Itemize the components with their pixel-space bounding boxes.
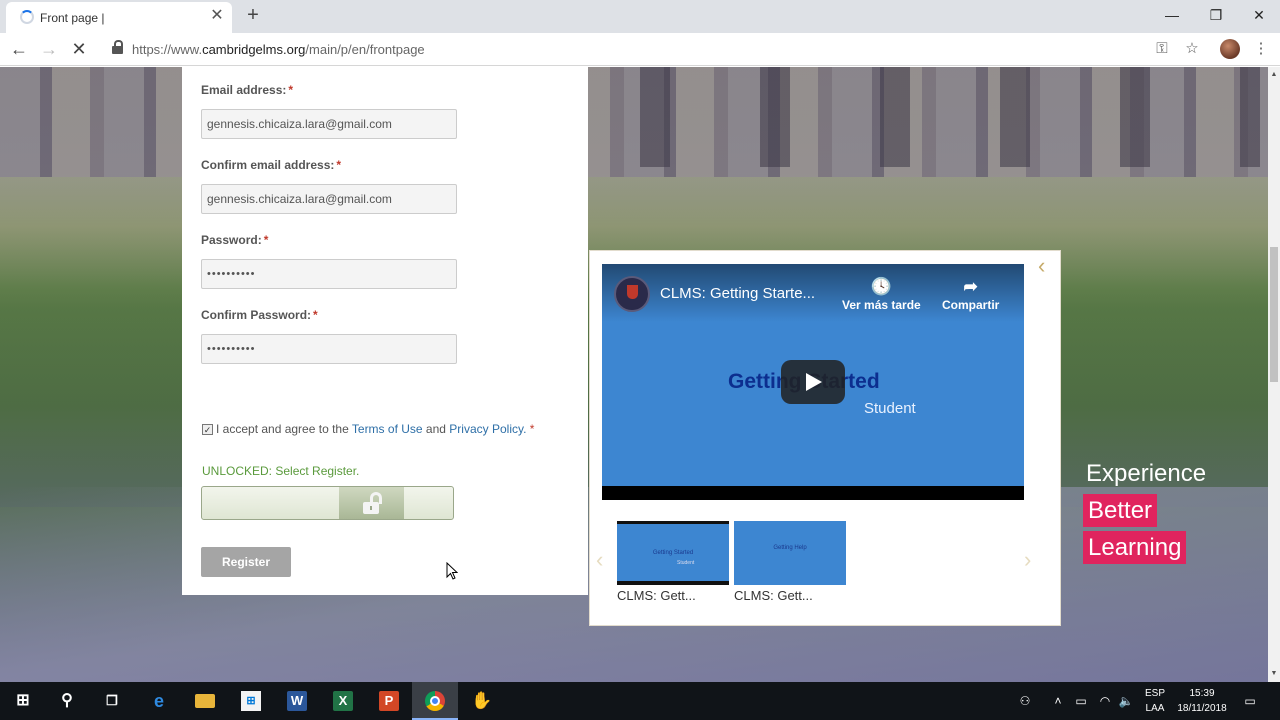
- tab-front-page[interactable]: Front page | ✕: [6, 2, 232, 33]
- scroll-down-icon[interactable]: ▼: [1268, 668, 1280, 680]
- store-icon: ⊞: [241, 691, 261, 711]
- accept-terms-text: I accept and agree to the Terms of Use a…: [216, 422, 535, 436]
- start-button[interactable]: ⊞: [0, 682, 46, 720]
- video-thumbnail-2[interactable]: Getting Help: [734, 521, 846, 585]
- confirm-password-field[interactable]: [201, 334, 457, 364]
- confirm-email-label: Confirm email address: *: [201, 158, 342, 172]
- slogan-better: Better: [1083, 494, 1158, 527]
- chrome-button[interactable]: [412, 682, 458, 720]
- play-button[interactable]: [781, 360, 845, 404]
- channel-logo[interactable]: [614, 276, 650, 312]
- wifi-icon[interactable]: ◠: [1095, 682, 1115, 720]
- key-icon[interactable]: ⚿: [1151, 38, 1173, 60]
- word-button[interactable]: W: [274, 682, 320, 720]
- store-button[interactable]: ⊞: [228, 682, 274, 720]
- thumbnail-caption-2[interactable]: CLMS: Gett...: [734, 588, 813, 603]
- excel-icon: X: [333, 691, 353, 711]
- scroll-up-icon[interactable]: ▲: [1268, 69, 1280, 81]
- profile-avatar[interactable]: [1220, 39, 1240, 59]
- search-icon: ⚲: [61, 692, 73, 709]
- language-indicator[interactable]: ESP LAA: [1143, 686, 1167, 716]
- confirm-email-field[interactable]: [201, 184, 457, 214]
- star-bookmark-icon[interactable]: ☆: [1181, 38, 1203, 60]
- recorder-app-button[interactable]: ✋: [458, 682, 504, 720]
- powerpoint-icon: P: [379, 691, 399, 711]
- email-field[interactable]: [201, 109, 457, 139]
- thumbnail-next-icon[interactable]: ›: [1024, 547, 1031, 573]
- carousel-prev-icon[interactable]: ‹: [1038, 253, 1045, 279]
- player-bottom-bar: [602, 486, 1024, 500]
- background-windows: [600, 67, 1260, 167]
- password-field[interactable]: [201, 259, 457, 289]
- video-title[interactable]: CLMS: Getting Starte...: [660, 285, 815, 302]
- edge-button[interactable]: e: [136, 682, 182, 720]
- folder-icon: [195, 694, 215, 708]
- privacy-policy-link[interactable]: Privacy Policy.: [449, 422, 526, 436]
- register-button[interactable]: Register: [201, 547, 291, 577]
- watch-later-button[interactable]: 🕓 Ver más tarde: [842, 276, 921, 312]
- confirm-password-label: Confirm Password: *: [201, 308, 318, 322]
- accept-checkbox[interactable]: ✓: [202, 424, 213, 435]
- excel-button[interactable]: X: [320, 682, 366, 720]
- loading-spinner-icon: [20, 10, 34, 24]
- unlock-status-text: UNLOCKED: Select Register.: [202, 464, 360, 478]
- lock-icon: [112, 40, 123, 55]
- clock-icon: 🕓: [870, 277, 892, 296]
- tab-strip: Front page | ✕ + — ❐ ✕: [0, 0, 1280, 33]
- task-view-icon: ❐: [106, 693, 118, 708]
- tab-title: Front page |: [40, 11, 105, 25]
- video-panel: ‹ CLMS: Getting Starte... 🕓 Ver más tard…: [589, 250, 1061, 626]
- clock-date: 18/11/2018: [1177, 703, 1227, 714]
- volume-icon[interactable]: 🔈: [1116, 682, 1136, 720]
- notification-icon[interactable]: ▭: [1240, 682, 1260, 720]
- maximize-button[interactable]: ❐: [1194, 2, 1238, 28]
- close-window-button[interactable]: ✕: [1237, 2, 1280, 28]
- slider-handle[interactable]: [339, 487, 404, 519]
- clock-time: 15:39: [1189, 688, 1215, 699]
- word-icon: W: [287, 691, 307, 711]
- video-thumbnail-1[interactable]: Getting Started Student: [617, 521, 729, 585]
- search-button[interactable]: ⚲: [44, 682, 90, 720]
- email-label: Email address: *: [201, 83, 294, 97]
- edge-icon: e: [153, 691, 164, 711]
- menu-dots-icon[interactable]: ⋮: [1250, 38, 1272, 60]
- scroll-thumb[interactable]: [1270, 247, 1278, 382]
- powerpoint-button[interactable]: P: [366, 682, 412, 720]
- url-text: https://www.cambridgelms.org/main/p/en/f…: [132, 42, 425, 57]
- unlocked-padlock-icon: [363, 492, 383, 514]
- tray-expand-icon[interactable]: ˄: [1049, 682, 1067, 720]
- forward-arrow-icon[interactable]: →: [36, 37, 62, 61]
- file-explorer-button[interactable]: [182, 682, 228, 720]
- clock[interactable]: 15:39 18/11/2018: [1172, 686, 1232, 716]
- video-player[interactable]: CLMS: Getting Starte... 🕓 Ver más tarde …: [602, 264, 1024, 500]
- unlock-slider[interactable]: [201, 486, 454, 520]
- terms-of-use-link[interactable]: Terms of Use: [352, 422, 423, 436]
- thumbnail-caption-1[interactable]: CLMS: Gett...: [617, 588, 696, 603]
- battery-icon[interactable]: ▭: [1071, 682, 1091, 720]
- windows-taskbar: ⊞ ⚲ ❐ e ⊞ W X P ✋ ⚇ ˄ ▭ ◠ 🔈 ESP LAA 15:3…: [0, 682, 1280, 720]
- slogan-experience: Experience: [1086, 460, 1207, 487]
- minimize-button[interactable]: —: [1150, 2, 1194, 28]
- new-tab-button[interactable]: +: [243, 4, 263, 26]
- recorder-app-icon: ✋: [471, 691, 493, 710]
- browser-toolbar: ← → ✕ https://www.cambridgelms.org/main/…: [0, 33, 1280, 66]
- slide-subtitle: Student: [864, 400, 916, 417]
- stop-loading-icon[interactable]: ✕: [66, 37, 92, 61]
- password-label: Password: *: [201, 233, 269, 247]
- share-arrow-icon: ➦: [963, 277, 978, 296]
- chrome-icon: [425, 691, 445, 711]
- people-icon[interactable]: ⚇: [1014, 682, 1036, 720]
- windows-logo-icon: ⊞: [16, 692, 30, 709]
- task-view-button[interactable]: ❐: [89, 682, 135, 720]
- address-bar[interactable]: https://www.cambridgelms.org/main/p/en/f…: [104, 36, 1214, 63]
- slogan-learning: Learning: [1083, 531, 1187, 564]
- share-button[interactable]: ➦ Compartir: [942, 276, 999, 312]
- thumbnail-prev-icon[interactable]: ‹: [596, 547, 603, 573]
- registration-form: Email address:* Confirm email address:* …: [182, 67, 588, 595]
- page-scrollbar[interactable]: ▲ ▼: [1268, 67, 1280, 682]
- back-arrow-icon[interactable]: ←: [6, 37, 32, 61]
- page-content: Email address:* Confirm email address:* …: [0, 67, 1268, 682]
- tab-close-icon[interactable]: ✕: [208, 7, 226, 25]
